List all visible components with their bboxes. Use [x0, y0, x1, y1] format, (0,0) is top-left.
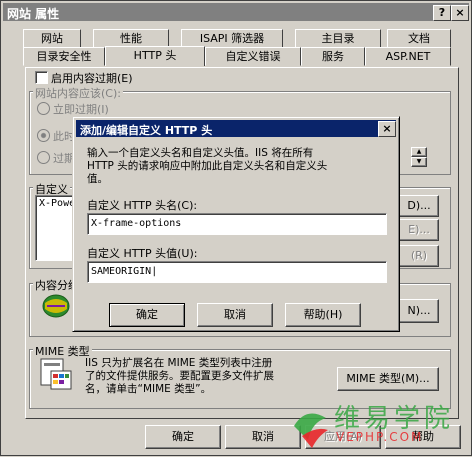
custom-header-item[interactable]: X-Powe: [39, 198, 75, 209]
window-title: 网站 属性: [7, 7, 60, 21]
mime-desc-line3: 名，请单击“MIME 类型”。: [85, 383, 212, 395]
mime-icon: [40, 358, 72, 390]
dialog-help-button[interactable]: 帮助(H): [285, 303, 361, 327]
add-header-button[interactable]: D)...: [399, 195, 439, 217]
rating-icon: [42, 294, 70, 318]
tab-home-directory[interactable]: 主目录: [295, 29, 381, 48]
radio-expire-on[interactable]: [37, 151, 50, 164]
header-name-label: 自定义 HTTP 头名(C):: [87, 199, 198, 212]
header-value-label: 自定义 HTTP 头值(U):: [87, 247, 198, 260]
radio-expire-after[interactable]: [37, 129, 50, 142]
tab-custom-errors[interactable]: 自定义错误: [205, 47, 301, 66]
tab-services[interactable]: 服务: [301, 47, 365, 66]
enable-expiry-checkbox[interactable]: [35, 71, 48, 84]
ok-button[interactable]: 确定: [145, 425, 221, 449]
edit-header-button[interactable]: E)...: [399, 219, 439, 241]
radio-expire-immediately[interactable]: [37, 102, 50, 115]
dialog-ok-button[interactable]: 确定: [109, 303, 185, 327]
radio-expire-immediately-label: 立即过期(I): [53, 103, 109, 116]
enable-expiry-label: 启用内容过期(E): [51, 72, 133, 85]
title-bar: 网站 属性 ? ×: [3, 3, 469, 21]
watermark-text-en: VEPHP.COM: [336, 430, 424, 444]
tab-directory-security[interactable]: 目录安全性: [23, 47, 105, 66]
close-title-button[interactable]: ×: [451, 5, 469, 21]
header-name-input[interactable]: X-frame-options: [87, 213, 387, 235]
tab-documents[interactable]: 文档: [387, 29, 451, 48]
dialog-title-bar: 添加/编辑自定义 HTTP 头 ×: [76, 120, 396, 137]
header-value-input[interactable]: SAMEORIGIN|: [87, 261, 387, 283]
help-title-button[interactable]: ?: [433, 5, 451, 21]
dialog-instruction-line3: 值。: [87, 173, 108, 185]
header-value-text: SAMEORIGIN: [91, 266, 152, 277]
dialog-cancel-button[interactable]: 取消: [197, 303, 273, 327]
mime-types-button[interactable]: MIME 类型(M)...: [337, 367, 439, 391]
spin-up-button[interactable]: ▲: [411, 147, 427, 157]
remove-header-button[interactable]: (R): [399, 245, 439, 267]
dialog-title: 添加/编辑自定义 HTTP 头: [80, 124, 213, 137]
watermark: 维易学院 VEPHP.COM: [288, 396, 468, 454]
tab-website[interactable]: 网站: [23, 29, 81, 48]
content-rating-edit-button[interactable]: N)...: [399, 299, 439, 323]
dialog-instruction-line2: HTTP 头的请求响应中附加此自定义头名和自定义头: [87, 160, 328, 172]
tab-aspnet[interactable]: ASP.NET: [365, 47, 451, 66]
dialog-close-button[interactable]: ×: [378, 121, 396, 137]
expiry-should-label: 网站内容应该(C):: [33, 85, 123, 101]
add-edit-header-dialog: 添加/编辑自定义 HTTP 头 × 输入一个自定义头名和自定义头值。IIS 将在…: [72, 116, 400, 332]
tab-http-headers[interactable]: HTTP 头: [105, 46, 205, 66]
text-cursor: |: [151, 266, 158, 277]
spin-down-button[interactable]: ▼: [411, 157, 427, 167]
